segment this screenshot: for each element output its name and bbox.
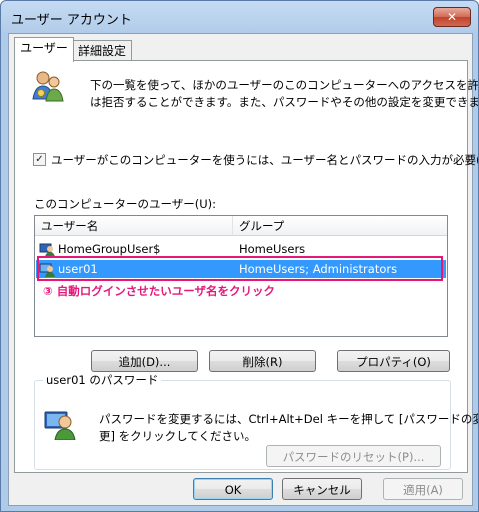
require-password-checkbox[interactable]: ✓ — [33, 153, 46, 166]
user-icon — [39, 243, 55, 257]
user-password-icon — [44, 411, 76, 440]
description-line-1: 下の一覧を使って、ほかのユーザーのこのコンピューターへのアクセスを許可また — [90, 78, 479, 92]
cancel-button[interactable]: キャンセル — [282, 478, 362, 500]
add-user-button[interactable]: 追加(D)... — [91, 350, 198, 372]
annotation-label: ③ 自動ログインさせたいユーザ名をクリック — [43, 284, 276, 298]
tab-users[interactable]: ユーザー — [14, 37, 74, 62]
remove-user-button[interactable]: 削除(R) — [209, 350, 316, 372]
column-header-group[interactable]: グループ — [233, 216, 447, 236]
password-group-label: user01 のパスワード — [43, 372, 162, 388]
column-header-username[interactable]: ユーザー名 — [35, 216, 233, 236]
description-line-2: は拒否することができます。また、パスワードやその他の設定を変更できます。 — [90, 95, 479, 109]
properties-button[interactable]: プロパティ(O) — [337, 350, 450, 372]
password-instruction-line-2: 更] をクリックしてください。 — [99, 429, 256, 443]
dialog-client-area: ユーザー 詳細設定 下の一覧を使って、ほかのユーザーのこのコンピューターへのアク… — [8, 33, 478, 506]
require-password-label[interactable]: ユーザーがこのコンピューターを使うには、ユーザー名とパスワードの入力が必要(E) — [51, 152, 478, 168]
title-bar[interactable]: ユーザー アカウント ✕ — [1, 1, 478, 33]
highlight-box — [37, 256, 443, 281]
ok-button[interactable]: OK — [193, 478, 273, 500]
window-title: ユーザー アカウント — [11, 13, 132, 28]
users-list-label: このコンピューターのユーザー(U): — [34, 197, 217, 211]
apply-button[interactable]: 適用(A) — [383, 478, 463, 500]
password-instruction-line-1: パスワードを変更するには、Ctrl+Alt+Del キーを押して [パスワードの… — [99, 412, 479, 426]
close-button[interactable]: ✕ — [433, 7, 471, 27]
users-icon — [32, 71, 64, 102]
tab-advanced[interactable]: 詳細設定 — [72, 40, 132, 61]
users-tab-panel: 下の一覧を使って、ほかのユーザーのこのコンピューターへのアクセスを許可また は拒… — [14, 60, 478, 473]
reset-password-button[interactable]: パスワードのリセット(P)... — [266, 445, 441, 467]
user-accounts-window: ユーザー アカウント ✕ ユーザー 詳細設定 下の一覧を使って、ほかのユーザーの… — [0, 0, 479, 512]
